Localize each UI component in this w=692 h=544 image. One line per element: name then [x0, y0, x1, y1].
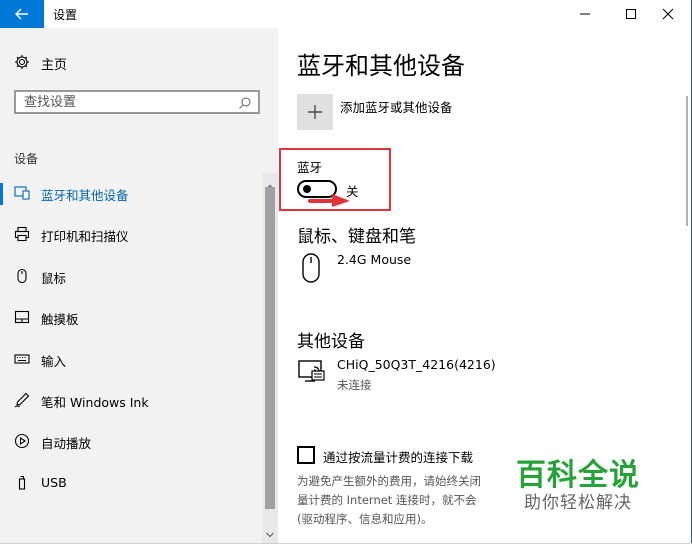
minimize-button[interactable] — [562, 0, 608, 28]
scrollbar-thumb[interactable] — [265, 187, 275, 509]
add-device-label: 添加蓝牙或其他设备 — [340, 100, 453, 115]
section-label-devices: 设备 — [14, 152, 39, 166]
title-bar: 设置 — [0, 0, 692, 28]
search-input[interactable] — [24, 92, 234, 112]
add-device-button[interactable]: 添加蓝牙或其他设备 — [297, 94, 597, 130]
sidebar: 主页 设备 蓝牙和其他设备 打印机和扫描仪 鼠标 触摸板 — [0, 28, 278, 544]
sidebar-home-label: 主页 — [41, 58, 68, 73]
display-device-icon — [297, 357, 327, 389]
bluetooth-devices-icon — [14, 185, 30, 201]
device-name: CHiQ_50Q3T_4216(4216) — [337, 357, 496, 372]
description-line: (驱动程序、信息和应用)。 — [297, 512, 433, 526]
description-line: 为避免产生额外的费用，请始终关闭 — [297, 474, 481, 488]
touchpad-icon — [14, 309, 30, 325]
sidebar-item-printers[interactable]: 打印机和扫描仪 — [0, 219, 262, 249]
sidebar-item-label: 输入 — [41, 354, 67, 369]
pen-icon — [14, 392, 30, 408]
maximize-icon — [626, 9, 636, 19]
sidebar-item-bluetooth[interactable]: 蓝牙和其他设备 — [0, 178, 262, 208]
sidebar-item-typing[interactable]: 输入 — [0, 344, 262, 374]
device-name: 2.4G Mouse — [337, 252, 412, 267]
close-icon — [662, 8, 674, 20]
metered-download-label: 通过按流量计费的连接下载 — [323, 450, 474, 465]
sidebar-item-label: USB — [41, 475, 67, 490]
device-mouse[interactable]: 2.4G Mouse — [297, 252, 597, 292]
page-title: 蓝牙和其他设备 — [297, 52, 465, 80]
window-title: 设置 — [53, 8, 78, 22]
sidebar-item-label: 自动播放 — [41, 436, 92, 451]
sidebar-home[interactable]: 主页 — [0, 48, 262, 76]
back-arrow-icon — [15, 8, 28, 20]
printer-icon — [14, 226, 30, 242]
autoplay-icon — [14, 433, 30, 449]
sidebar-item-pen[interactable]: 笔和 Windows Ink — [0, 385, 262, 415]
main-scrollbar[interactable] — [686, 96, 688, 226]
device-status: 未连接 — [337, 378, 372, 392]
search-box — [14, 90, 260, 114]
active-indicator — [0, 183, 3, 205]
watermark-logo: 百科全说 助你轻松解决 — [512, 448, 682, 520]
usb-icon — [14, 475, 30, 491]
mouse-keyboard-pen-heading: 鼠标、键盘和笔 — [297, 227, 416, 247]
mouse-icon — [297, 252, 327, 288]
bluetooth-label: 蓝牙 — [297, 160, 323, 175]
gear-icon — [14, 54, 30, 70]
red-arrow-icon — [308, 194, 350, 207]
keyboard-icon — [14, 351, 30, 367]
sidebar-item-label: 触摸板 — [41, 312, 79, 327]
scroll-down-icon[interactable] — [266, 523, 274, 542]
device-tv[interactable]: CHiQ_50Q3T_4216(4216) 未连接 — [297, 357, 597, 397]
sidebar-item-label: 蓝牙和其他设备 — [41, 188, 129, 203]
metered-download-checkbox[interactable] — [297, 446, 315, 464]
watermark-subtitle: 助你轻松解决 — [524, 493, 632, 513]
sidebar-item-autoplay[interactable]: 自动播放 — [0, 426, 262, 456]
close-button[interactable] — [645, 0, 691, 28]
sidebar-item-label: 笔和 Windows Ink — [41, 395, 149, 410]
mouse-icon — [14, 268, 30, 284]
sidebar-scrollbar[interactable] — [262, 173, 278, 544]
search-icon[interactable] — [238, 95, 252, 114]
sidebar-item-label: 打印机和扫描仪 — [41, 229, 129, 244]
description-line: 量计费的 Internet 连接时，就不会 — [297, 493, 477, 507]
sidebar-item-label: 鼠标 — [41, 271, 67, 286]
other-devices-heading: 其他设备 — [297, 332, 365, 352]
sidebar-item-mouse[interactable]: 鼠标 — [0, 261, 262, 291]
minimize-icon — [580, 13, 590, 15]
metered-description: 为避免产生额外的费用，请始终关闭 量计费的 Internet 连接时，就不会 (… — [297, 472, 497, 529]
back-button[interactable] — [0, 0, 44, 28]
plus-icon — [297, 94, 333, 130]
sidebar-item-usb[interactable]: USB — [0, 468, 262, 498]
sidebar-item-touchpad[interactable]: 触摸板 — [0, 302, 262, 332]
